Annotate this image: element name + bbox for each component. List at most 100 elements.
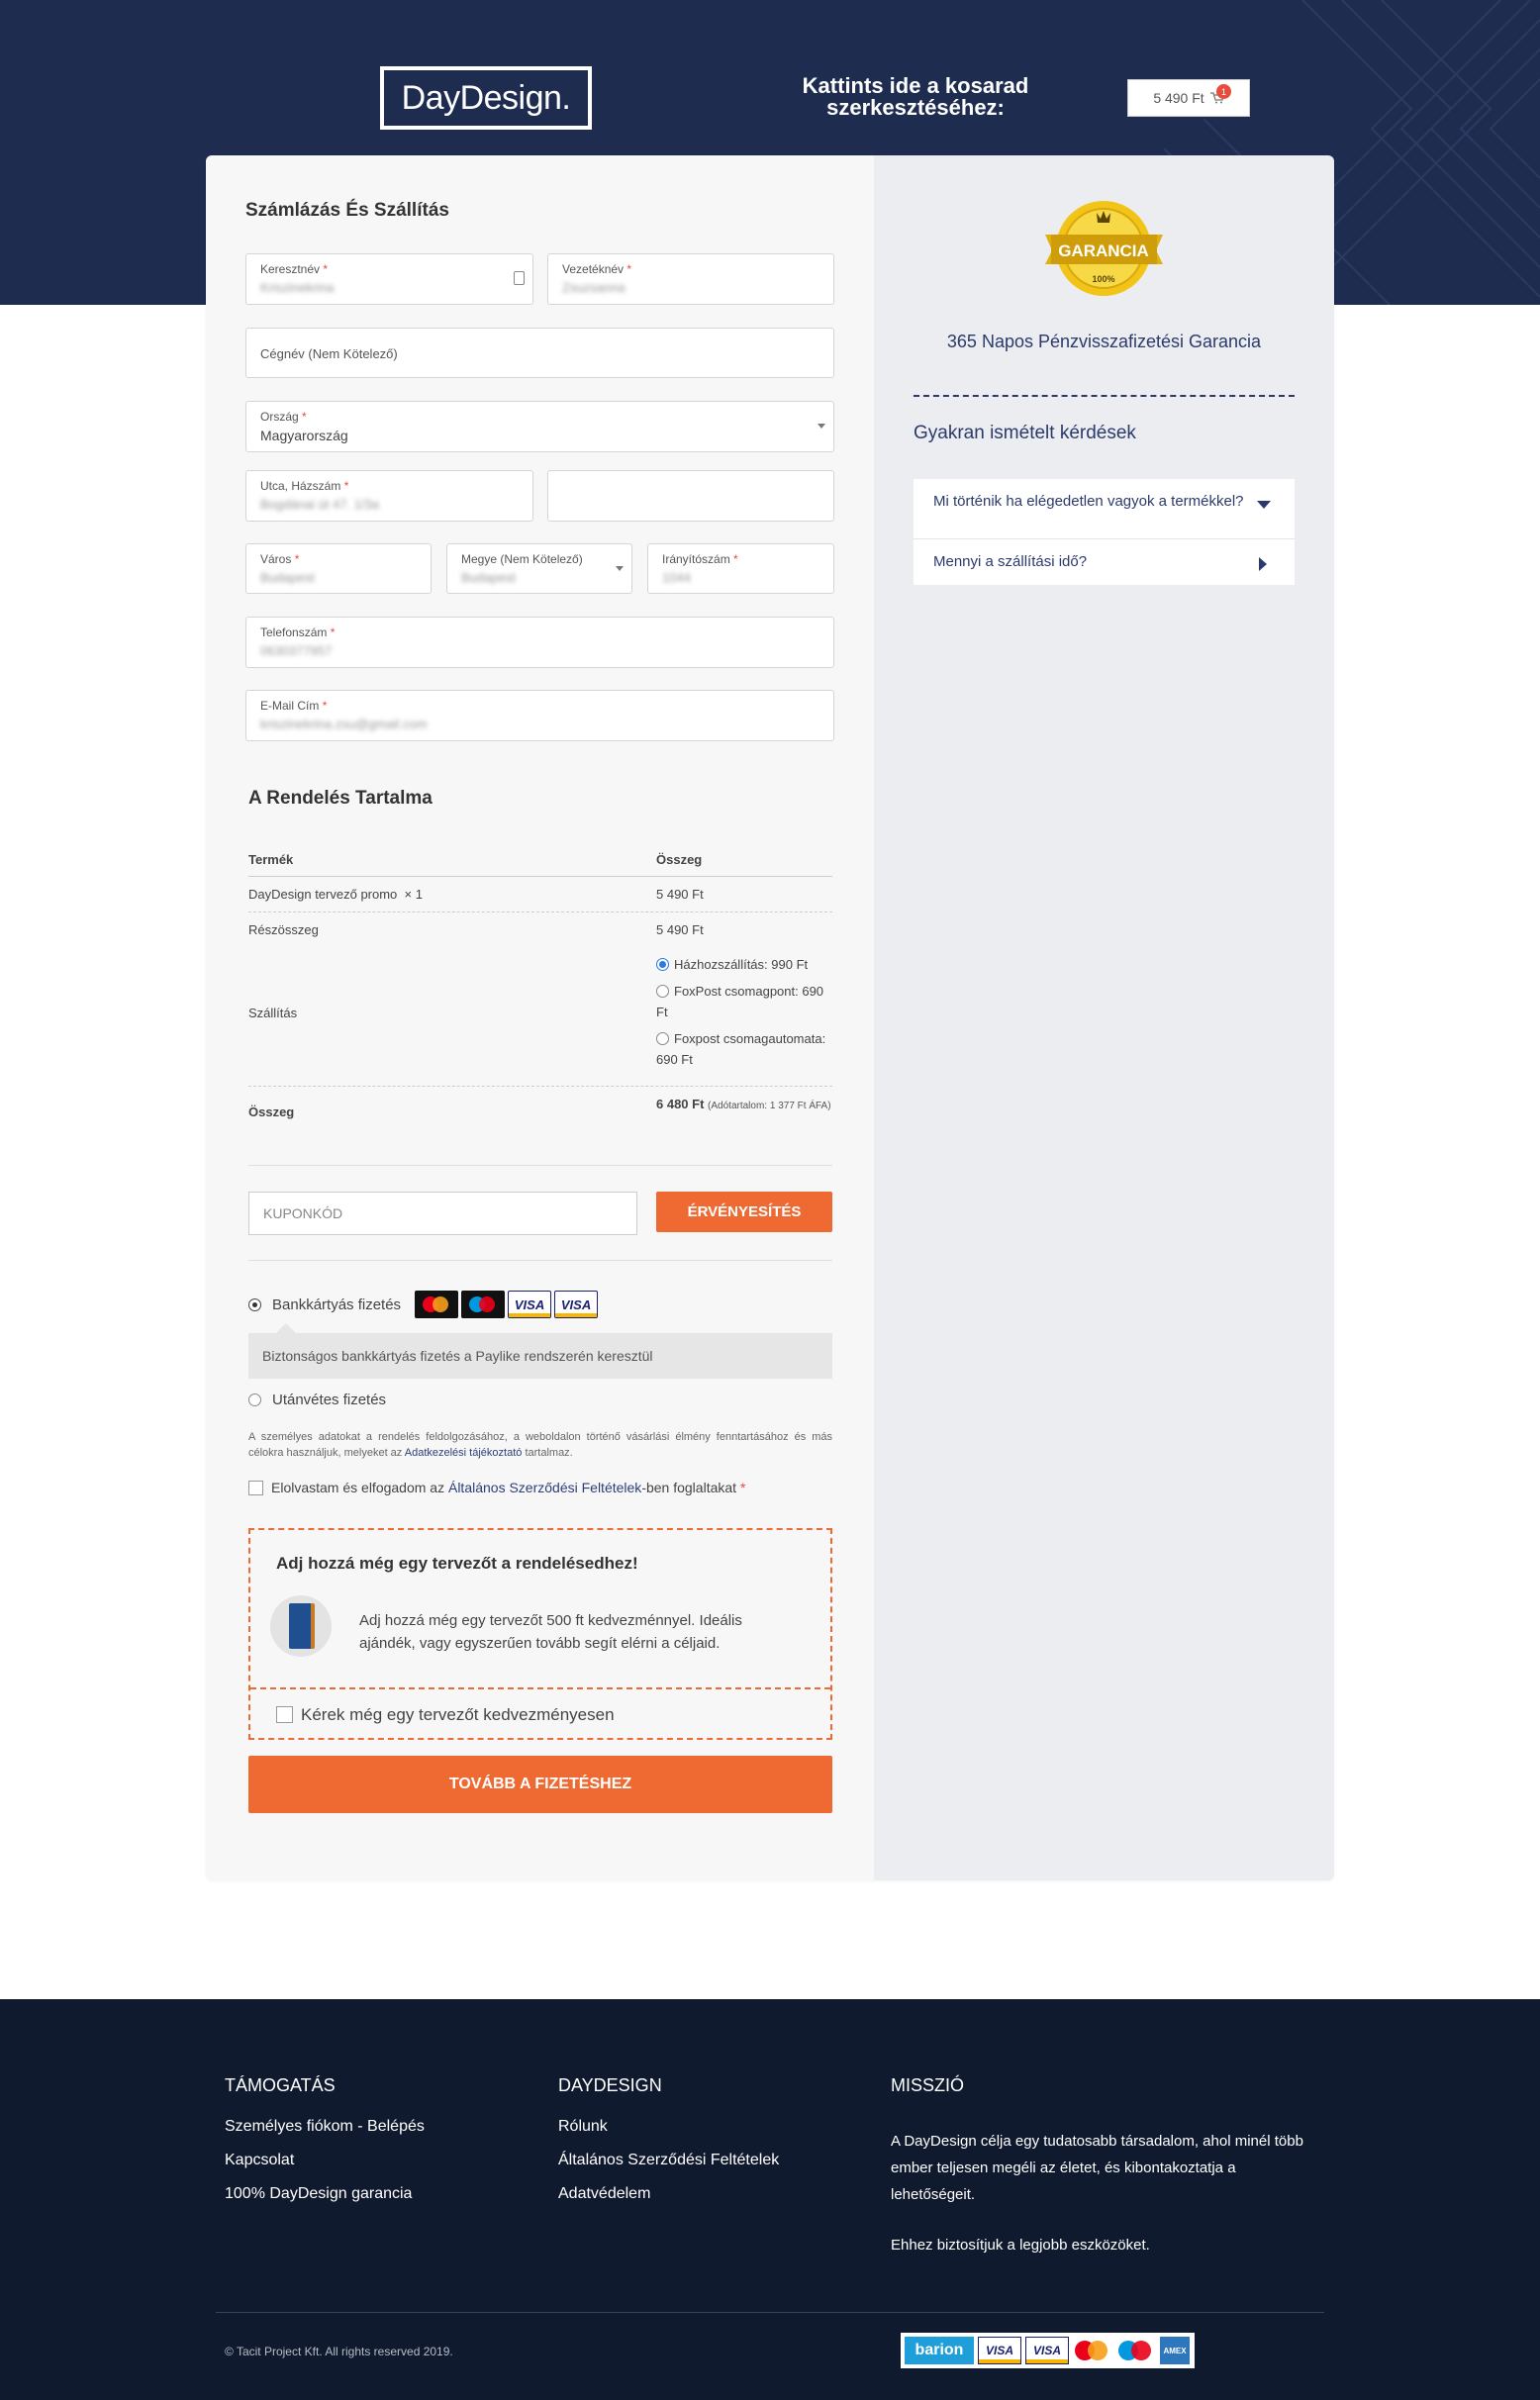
- payment-option-card[interactable]: Bankkártyás fizetés VISA VISA: [248, 1291, 599, 1318]
- footer-support: TÁMOGATÁS Személyes fiókom - Belépés Kap…: [225, 2075, 425, 2219]
- continue-to-payment-button[interactable]: TOVÁBB A FIZETÉSHEZ: [248, 1756, 832, 1813]
- badge-percent: 100%: [1092, 274, 1114, 284]
- chevron-down-icon: [818, 424, 825, 429]
- order-title: A Rendelés Tartalma: [248, 788, 433, 809]
- cart-count-badge: 1: [1216, 84, 1231, 99]
- footer-daydesign: DAYDESIGN Rólunk Általános Szerződési Fe…: [558, 2075, 779, 2219]
- street-label: Utca, Házszám: [260, 479, 341, 493]
- radio-selected[interactable]: [248, 1297, 261, 1311]
- faq-item[interactable]: Mennyi a szállítási idő?: [914, 539, 1295, 585]
- country-select[interactable]: Ország * Magyarország: [245, 401, 834, 452]
- phone-value: 0630377957: [260, 643, 333, 658]
- shipping-option-label: Foxpost csomagautomata: 690 Ft: [656, 1031, 826, 1067]
- first-name-field[interactable]: Keresztnév * Kriszinekrina: [245, 253, 533, 305]
- footer: TÁMOGATÁS Személyes fiókom - Belépés Kap…: [0, 1999, 1540, 2400]
- coupon-input[interactable]: KUPONKÓD: [248, 1192, 637, 1235]
- city-label: Város: [260, 552, 292, 566]
- faq-item[interactable]: Mi történik ha elégedetlen vagyok a term…: [914, 479, 1295, 539]
- visa-logo: VISA: [1025, 2337, 1069, 2364]
- book-icon: [289, 1603, 315, 1649]
- footer-link-contact[interactable]: Kapcsolat: [225, 2152, 425, 2169]
- copyright: © Tacit Project Kft. All rights reserved…: [225, 2345, 453, 2358]
- last-name-label: Vezetéknév: [562, 262, 625, 276]
- dashed-divider: [250, 1687, 830, 1689]
- zip-field[interactable]: Irányítószám * 1044: [647, 543, 834, 594]
- shipping-option-home[interactable]: Házhozszállítás: 990 Ft: [656, 954, 832, 975]
- sidebar: GARANCIA 100% 365 Napos Pénzvisszafizeté…: [874, 155, 1334, 1880]
- amex-logo: AMEX: [1160, 2337, 1190, 2364]
- zip-label: Irányítószám: [662, 552, 730, 566]
- phone-label: Telefonszám: [260, 625, 328, 639]
- email-field[interactable]: E-Mail Cím * kriszinekrina.zsu@gmail.com: [245, 690, 834, 741]
- radio[interactable]: [656, 985, 669, 998]
- divider: [248, 1165, 832, 1166]
- guarantee-text: 365 Napos Pénzvisszafizetési Garancia: [946, 332, 1262, 351]
- privacy-policy-link[interactable]: Adatkezelési tájékoztató: [405, 1447, 523, 1459]
- shipping-row: Szállítás Házhozszállítás: 990 Ft FoxPos…: [248, 948, 832, 1087]
- footer-heading: DAYDESIGN: [558, 2075, 662, 2095]
- shipping-option-label: FoxPost csomagpont: 690 Ft: [656, 984, 824, 1019]
- shipping-option-foxpost-point[interactable]: FoxPost csomagpont: 690 Ft: [656, 981, 832, 1022]
- caret-down-icon: [1257, 501, 1271, 509]
- edit-cart-cta[interactable]: Kattints ide a kosarad szerkesztéséhez:: [772, 75, 1059, 119]
- mastercard-logo: [415, 1291, 459, 1318]
- city-value: Budapest: [260, 570, 315, 585]
- terms-checkbox[interactable]: [248, 1481, 263, 1495]
- first-name-label: Keresztnév: [260, 262, 321, 276]
- footer-link-terms[interactable]: Általános Szerződési Feltételek: [558, 2152, 779, 2169]
- order-table: Termék Összeg DayDesign tervező promo × …: [248, 844, 832, 1309]
- item-name: DayDesign tervező promo: [248, 887, 398, 902]
- dashed-divider: [914, 395, 1295, 397]
- street-field[interactable]: Utca, Házszám * Bogdánai út 47. 1/3a: [245, 470, 533, 522]
- radio[interactable]: [656, 1032, 669, 1045]
- mastercard-logo: [1073, 2337, 1112, 2364]
- terms-link[interactable]: Általános Szerződési Feltételek: [448, 1480, 641, 1495]
- footer-heading: MISSZIÓ: [891, 2075, 965, 2095]
- last-name-field[interactable]: Vezetéknév * Zsuzsanna: [547, 253, 834, 305]
- footer-link-about[interactable]: Rólunk: [558, 2118, 779, 2136]
- last-name-value: Zsuzsanna: [562, 280, 626, 295]
- upsell-text: Adj hozzá még egy tervezőt 500 ft kedvez…: [359, 1612, 742, 1652]
- email-label: E-Mail Cím: [260, 699, 320, 713]
- shipping-option-foxpost-locker[interactable]: Foxpost csomagautomata: 690 Ft: [656, 1028, 832, 1070]
- daydesign-logo[interactable]: DayDesign.: [380, 66, 592, 130]
- required-mark: *: [330, 625, 336, 639]
- city-field[interactable]: Város * Budapest: [245, 543, 432, 594]
- total-value: 6 480 Ft: [656, 1097, 705, 1111]
- footer-link-guarantee[interactable]: 100% DayDesign garancia: [225, 2185, 425, 2203]
- checkout-card: Számlázás És Szállítás Keresztnév * Kris…: [206, 155, 1334, 1880]
- required-mark: *: [294, 552, 300, 566]
- caret-right-icon: [1259, 557, 1267, 571]
- apply-coupon-button[interactable]: ÉRVÉNYESÍTÉS: [656, 1192, 832, 1232]
- radio-selected[interactable]: [656, 958, 669, 971]
- county-label: Megye (Nem Kötelező): [461, 552, 583, 566]
- upsell-checkbox-label: Kérek még egy tervezőt kedvezményesen: [301, 1705, 615, 1724]
- county-select[interactable]: Megye (Nem Kötelező) Budapest: [446, 543, 632, 594]
- cart-button[interactable]: 5 490 Ft: [1127, 79, 1250, 117]
- faq-list: Mi történik ha elégedetlen vagyok a term…: [914, 479, 1295, 585]
- radio[interactable]: [248, 1393, 261, 1406]
- terms-checkbox-row[interactable]: Elolvastam és elfogadom az Általános Sze…: [248, 1480, 745, 1495]
- zip-value: 1044: [662, 570, 691, 585]
- required-mark: *: [323, 262, 329, 276]
- col-product-header: Termék: [248, 852, 294, 867]
- footer-link-account[interactable]: Személyes fiókom - Belépés: [225, 2118, 425, 2136]
- street-value: Bogdánai út 47. 1/3a: [260, 497, 379, 512]
- maestro-logo: [461, 1291, 506, 1318]
- address-line-2-field[interactable]: [547, 470, 834, 522]
- faq-question: Mennyi a szállítási idő?: [933, 553, 1088, 570]
- tax-note: (Adótartalom: 1 377 Ft ÁFA): [708, 1101, 831, 1111]
- upsell-checkbox[interactable]: [276, 1706, 293, 1723]
- required-mark: *: [739, 1480, 746, 1495]
- mission-text: A DayDesign célja egy tudatosabb társada…: [891, 2133, 1303, 2203]
- col-total-header: Összeg: [656, 852, 703, 867]
- visa-logo: VISA: [508, 1291, 552, 1318]
- planner-image: [270, 1595, 332, 1657]
- upsell-checkbox-row[interactable]: Kérek még egy tervezőt kedvezményesen: [276, 1705, 615, 1725]
- payment-option-cod[interactable]: Utánvétes fizetés: [248, 1392, 386, 1408]
- company-field[interactable]: Cégnév (Nem Kötelező): [245, 328, 834, 378]
- contact-card-icon[interactable]: [514, 271, 525, 285]
- badge-text: GARANCIA: [1058, 241, 1149, 260]
- footer-link-privacy[interactable]: Adatvédelem: [558, 2185, 779, 2203]
- phone-field[interactable]: Telefonszám * 0630377957: [245, 617, 834, 668]
